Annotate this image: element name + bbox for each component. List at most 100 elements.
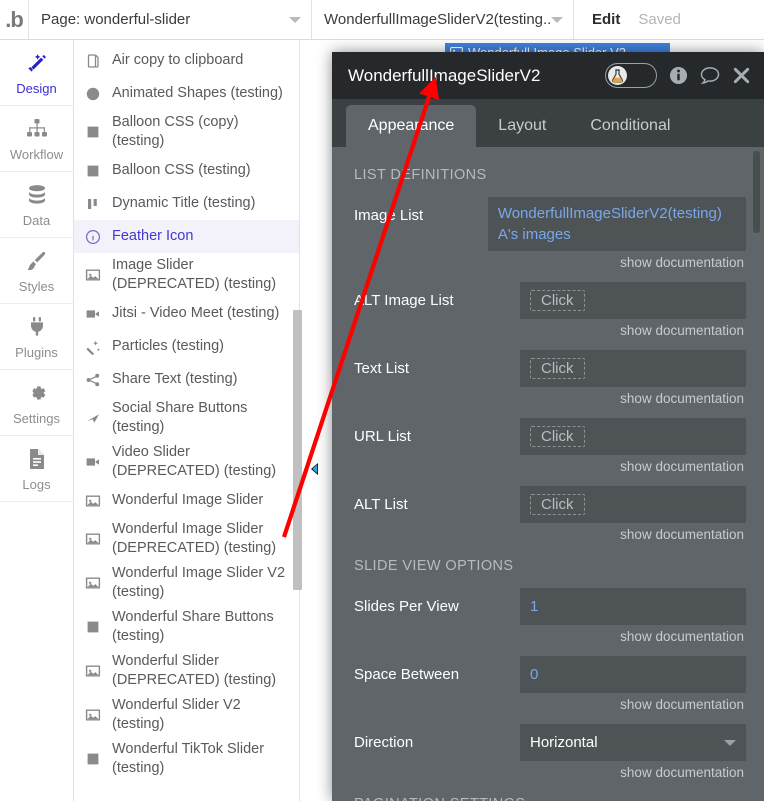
list-item-label: Dynamic Title (testing)	[112, 194, 255, 213]
element-selector[interactable]: WonderfullImageSliderV2(testing...	[312, 0, 574, 39]
modal-title: WonderfullImageSliderV2	[348, 66, 570, 86]
list-item[interactable]: Wonderful Slider (DEPRECATED) (testing)	[74, 649, 299, 693]
square-icon	[85, 619, 101, 635]
list-item[interactable]: Share Text (testing)	[74, 363, 299, 396]
sidebar-item-workflow[interactable]: Workflow	[0, 106, 73, 172]
elements-list-scrollbar[interactable]	[293, 310, 302, 590]
tab-layout[interactable]: Layout	[476, 105, 568, 147]
property-value-field[interactable]: 1	[520, 588, 746, 625]
list-item[interactable]: Dynamic Title (testing)	[74, 187, 299, 220]
tab-conditional[interactable]: Conditional	[568, 105, 692, 147]
property-row: Slides Per View1show documentation	[354, 588, 746, 654]
image-icon	[84, 267, 101, 283]
sidebar-item-label: Settings	[13, 411, 60, 426]
show-documentation-link[interactable]: show documentation	[520, 387, 746, 416]
list-item-label: Wonderful Image Slider V2 (testing)	[112, 564, 291, 602]
plug-icon	[25, 314, 49, 340]
show-documentation-link[interactable]: show documentation	[520, 625, 746, 654]
list-item[interactable]: Balloon CSS (copy) (testing)	[74, 110, 299, 154]
property-label: ALT List	[354, 486, 520, 513]
sidebar-item-logs[interactable]: Logs	[0, 436, 73, 502]
list-item-label: Balloon CSS (copy) (testing)	[112, 113, 291, 151]
show-documentation-link[interactable]: show documentation	[520, 319, 746, 348]
list-item-label: Social Share Buttons (testing)	[112, 399, 291, 437]
property-click-field[interactable]: Click	[520, 418, 746, 455]
list-item[interactable]: Wonderful Image Slider (DEPRECATED) (tes…	[74, 517, 299, 561]
property-editor-modal[interactable]: WonderfullImageSliderV2	[332, 52, 764, 801]
property-click-field[interactable]: Click	[520, 486, 746, 523]
edit-button[interactable]: Edit	[592, 11, 620, 28]
close-icon[interactable]	[732, 66, 751, 85]
property-value-field[interactable]: WonderfullImageSliderV2(testing) A's ima…	[488, 197, 746, 251]
property-row: ALT ListClickshow documentation	[354, 486, 746, 552]
list-item[interactable]: Wonderful Slider V2 (testing)	[74, 693, 299, 737]
property-label: Image List	[354, 197, 488, 224]
database-icon	[25, 182, 49, 208]
property-value-field[interactable]: 0	[520, 656, 746, 693]
list-item-label: Wonderful Slider V2 (testing)	[112, 696, 291, 734]
list-item[interactable]: Animated Shapes (testing)	[74, 77, 299, 110]
workflow-icon	[25, 116, 49, 142]
info-icon[interactable]	[669, 66, 688, 85]
click-placeholder: Click	[530, 290, 585, 311]
property-select-value: Horizontal	[530, 734, 598, 751]
list-item[interactable]: Jitsi - Video Meet (testing)	[74, 297, 299, 330]
sidebar-item-styles[interactable]: Styles	[0, 238, 73, 304]
modal-body[interactable]: LIST DEFINITIONS Image ListWonderfullImag…	[332, 147, 764, 801]
tab-appearance[interactable]: Appearance	[346, 105, 476, 147]
bars-icon	[84, 196, 101, 212]
share-icon	[84, 372, 101, 388]
property-click-field[interactable]: Click	[520, 282, 746, 319]
arrow-share-icon	[85, 410, 101, 426]
property-control: 0show documentation	[520, 656, 746, 722]
list-item-label: Video Slider (DEPRECATED) (testing)	[112, 443, 291, 481]
list-item-label: Jitsi - Video Meet (testing)	[112, 304, 279, 323]
show-documentation-link[interactable]: show documentation	[520, 455, 746, 484]
list-item[interactable]: Video Slider (DEPRECATED) (testing)	[74, 440, 299, 484]
list-item[interactable]: Air copy to clipboard	[74, 44, 299, 77]
image-icon	[85, 531, 101, 547]
show-documentation-link[interactable]: show documentation	[488, 251, 746, 280]
section-title: PAGINATION SETTINGS	[354, 796, 746, 801]
square-icon	[84, 619, 101, 635]
list-item[interactable]: Wonderful Share Buttons (testing)	[74, 605, 299, 649]
gear-icon	[26, 380, 48, 406]
sidebar-item-plugins[interactable]: Plugins	[0, 304, 73, 370]
section-title: LIST DEFINITIONS	[354, 167, 746, 183]
chevron-down-icon	[724, 740, 736, 746]
page-selector[interactable]: Page: wonderful-slider	[29, 0, 312, 39]
sidebar-item-design[interactable]: Design	[0, 40, 73, 106]
list-item[interactable]: Wonderful TikTok Slider (testing)	[74, 737, 299, 781]
elements-list[interactable]: Air copy to clipboard Animated Shapes (te…	[74, 40, 300, 801]
list-item[interactable]: Wonderful Image Slider V2 (testing)	[74, 561, 299, 605]
list-item[interactable]: Wonderful Image Slider	[74, 484, 299, 517]
panel-collapse-handle[interactable]	[309, 462, 321, 476]
sidebar-item-data[interactable]: Data	[0, 172, 73, 238]
saved-status: Saved	[638, 11, 681, 28]
comment-icon[interactable]	[700, 66, 720, 85]
property-select[interactable]: Horizontal	[520, 724, 746, 761]
image-icon	[85, 707, 101, 723]
show-documentation-link[interactable]: show documentation	[520, 693, 746, 722]
list-item[interactable]: Feather Icon	[74, 220, 299, 253]
property-click-field[interactable]: Click	[520, 350, 746, 387]
sidebar-item-label: Styles	[19, 279, 54, 294]
list-item-label: Wonderful TikTok Slider (testing)	[112, 740, 291, 778]
square-icon	[85, 124, 101, 140]
list-item-label: Animated Shapes (testing)	[112, 84, 283, 103]
modal-tabs[interactable]: AppearanceLayoutConditional	[332, 99, 764, 147]
list-item[interactable]: Image Slider (DEPRECATED) (testing)	[74, 253, 299, 297]
list-item[interactable]: Balloon CSS (testing)	[74, 154, 299, 187]
clipboard-icon	[85, 53, 101, 69]
show-documentation-link[interactable]: show documentation	[520, 523, 746, 552]
list-item-label: Image Slider (DEPRECATED) (testing)	[112, 256, 291, 294]
list-item[interactable]: Particles (testing)	[74, 330, 299, 363]
show-documentation-link[interactable]: show documentation	[520, 761, 746, 790]
sidebar-item-settings[interactable]: Settings	[0, 370, 73, 436]
list-item[interactable]: Social Share Buttons (testing)	[74, 396, 299, 440]
info-circle-icon	[85, 229, 101, 245]
panel-scrollbar[interactable]	[753, 151, 760, 233]
video-icon	[85, 306, 101, 322]
beta-toggle[interactable]	[605, 63, 657, 88]
bubble-logo[interactable]: .b	[0, 0, 29, 39]
